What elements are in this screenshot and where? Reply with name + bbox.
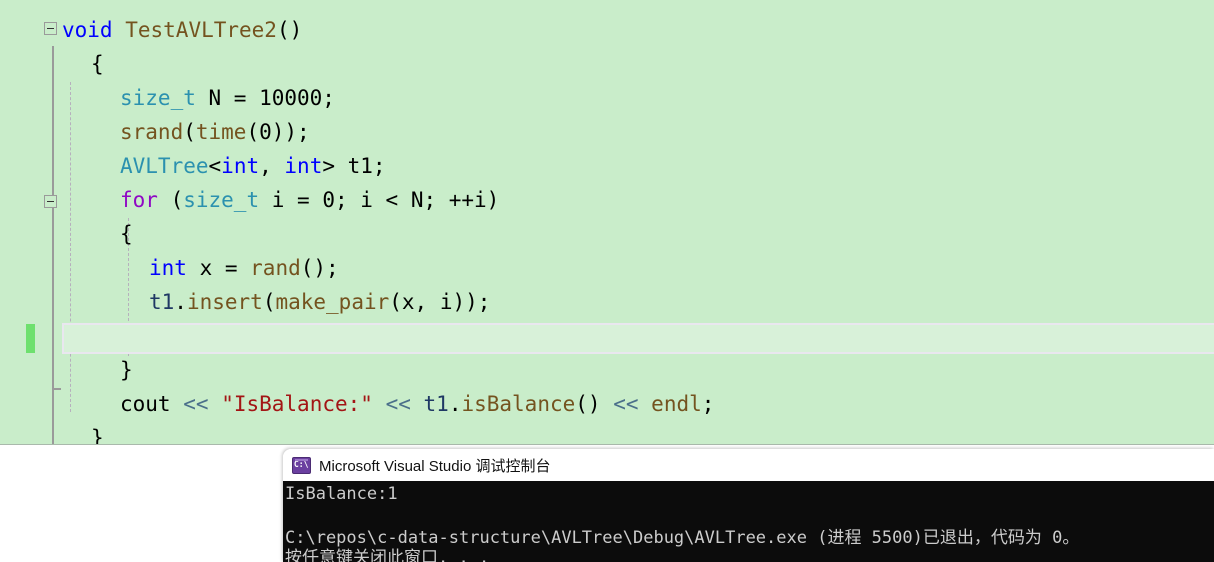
code-token: () — [276, 18, 303, 42]
code-token: ( — [246, 120, 260, 144]
code-token: TestAVLTree2 — [125, 18, 277, 42]
code-token: (x, i)); — [389, 290, 491, 314]
code-line[interactable]: int x = rand(); — [149, 251, 339, 285]
code-line[interactable]: size_t N = 10000; — [120, 81, 335, 115]
code-token: 0 — [259, 120, 272, 144]
code-line[interactable]: void TestAVLTree2() — [62, 13, 302, 47]
code-token: int — [284, 154, 323, 178]
code-token: << — [613, 392, 639, 416]
code-token: ; — [701, 392, 715, 416]
code-line[interactable]: AVLTree<int, int> t1; — [120, 149, 386, 183]
code-token: ( — [157, 188, 184, 212]
code-token: << — [183, 392, 209, 416]
code-token: < — [208, 154, 222, 178]
code-token: size_t — [120, 86, 196, 110]
code-token: ( — [183, 120, 196, 144]
code-token: )); — [271, 120, 310, 144]
code-token: , — [259, 154, 285, 178]
code-token: rand — [250, 256, 301, 280]
console-title: Microsoft Visual Studio 调试控制台 — [319, 457, 551, 475]
block-structure-guide — [52, 46, 54, 445]
code-token: ; — [322, 86, 335, 110]
code-line[interactable]: srand(time(0)); — [120, 115, 310, 149]
console-line: 按任意键关闭此窗口. . . — [285, 548, 490, 562]
indent-guide-1 — [70, 82, 71, 412]
change-bar-marker — [26, 324, 35, 353]
code-token: isBalance — [461, 392, 576, 416]
code-token: { — [91, 52, 104, 76]
code-token: ; i < N; ++i) — [334, 188, 500, 212]
current-line-highlight — [62, 323, 1214, 354]
code-token: << — [385, 392, 411, 416]
code-line[interactable]: for (size_t i = 0; i < N; ++i) — [120, 183, 499, 217]
code-token: i = — [259, 188, 323, 212]
code-token: srand — [120, 120, 184, 144]
code-line[interactable]: } — [120, 353, 133, 387]
code-line[interactable]: } — [91, 421, 104, 445]
code-token: 10000 — [259, 86, 323, 110]
code-token: t1 — [423, 392, 449, 416]
code-token: size_t — [183, 188, 260, 212]
fold-box-for-loop[interactable] — [44, 195, 57, 208]
console-line: IsBalance:1 — [285, 484, 398, 504]
code-token: . — [174, 290, 187, 314]
code-token: "IsBalance:" — [221, 392, 373, 416]
console-icon-glyph: C:\ — [294, 459, 309, 470]
code-editor[interactable]: void TestAVLTree2(){size_t N = 10000; sra… — [0, 0, 1214, 445]
console-output-area[interactable]: IsBalance:1 C:\repos\c-data-structure\AVL… — [283, 481, 1214, 562]
block-structure-tick — [52, 388, 61, 390]
code-token: time — [195, 120, 247, 144]
code-token: ( — [262, 290, 276, 314]
code-token: > t1; — [322, 154, 386, 178]
code-token: 0 — [322, 188, 335, 212]
code-token: . — [448, 392, 462, 416]
console-line: C:\repos\c-data-structure\AVLTree\Debug\… — [285, 528, 1080, 548]
code-token: AVLTree — [120, 154, 209, 178]
code-line[interactable]: { — [91, 47, 104, 81]
code-token: (); — [300, 256, 339, 280]
code-line[interactable]: cout << "IsBalance:" << t1.isBalance() <… — [120, 387, 714, 421]
code-token: cout — [120, 392, 171, 416]
code-token: insert — [186, 290, 263, 314]
code-token: x = — [186, 256, 251, 280]
code-token: t1 — [149, 290, 175, 314]
code-line[interactable]: t1.insert(make_pair(x, i)); — [149, 285, 490, 319]
code-line[interactable]: { — [120, 217, 133, 251]
code-token: } — [91, 426, 104, 445]
code-token: for — [120, 188, 158, 212]
code-token: make_pair — [275, 290, 390, 314]
code-token: int — [221, 154, 260, 178]
console-cmd-icon: C:\ — [292, 456, 311, 474]
screenshot-root: void TestAVLTree2(){size_t N = 10000; sra… — [0, 0, 1214, 562]
code-token: { — [120, 222, 133, 246]
code-token: void — [62, 18, 113, 42]
debug-console-window[interactable]: C:\ Microsoft Visual Studio 调试控制台 IsBala… — [283, 449, 1214, 562]
code-token: () — [575, 392, 601, 416]
fold-box-function[interactable] — [44, 22, 57, 35]
code-token: int — [149, 256, 187, 280]
code-token: endl — [651, 392, 702, 416]
editor-bottom-rule — [0, 444, 1214, 445]
code-token: } — [120, 358, 133, 382]
console-titlebar[interactable]: C:\ Microsoft Visual Studio 调试控制台 — [283, 449, 1214, 481]
code-token: N = — [195, 86, 260, 110]
